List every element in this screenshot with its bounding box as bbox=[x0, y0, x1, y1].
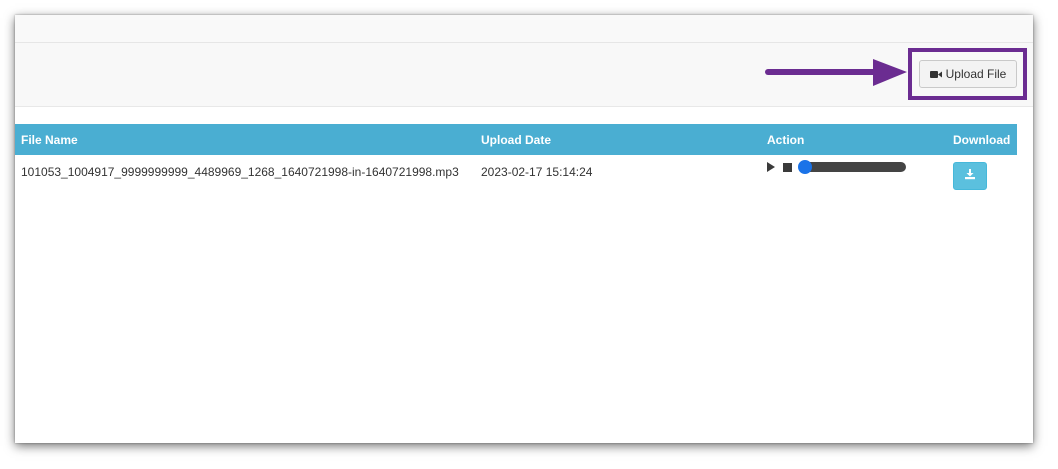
download-button[interactable] bbox=[953, 162, 987, 190]
stop-icon[interactable] bbox=[783, 162, 792, 172]
column-header-action: Action bbox=[761, 124, 947, 155]
column-header-upload-date: Upload Date bbox=[475, 124, 761, 155]
column-header-file-name: File Name bbox=[15, 124, 475, 155]
play-icon[interactable] bbox=[767, 162, 775, 172]
download-icon bbox=[964, 169, 976, 183]
upload-date-cell: 2023-02-17 15:14:24 bbox=[481, 165, 593, 179]
download-cell bbox=[947, 155, 1017, 201]
table-row: 101053_1004917_9999999999_4489969_1268_1… bbox=[15, 155, 1017, 201]
top-band bbox=[15, 15, 1033, 43]
file-name-cell: 101053_1004917_9999999999_4489969_1268_1… bbox=[21, 165, 459, 179]
seek-knob[interactable] bbox=[798, 160, 812, 174]
annotation-highlight-box bbox=[908, 48, 1027, 100]
annotation-arrow-icon bbox=[765, 59, 907, 86]
table-header-row: File Name Upload Date Action Download bbox=[15, 124, 1017, 155]
files-table: File Name Upload Date Action Download 10… bbox=[15, 124, 1017, 201]
action-cell bbox=[761, 155, 947, 201]
column-header-download: Download bbox=[947, 124, 1017, 155]
seek-slider[interactable] bbox=[798, 160, 906, 174]
audio-player bbox=[767, 160, 947, 174]
app-window: Upload File File Name Upload Date Action… bbox=[15, 15, 1033, 443]
